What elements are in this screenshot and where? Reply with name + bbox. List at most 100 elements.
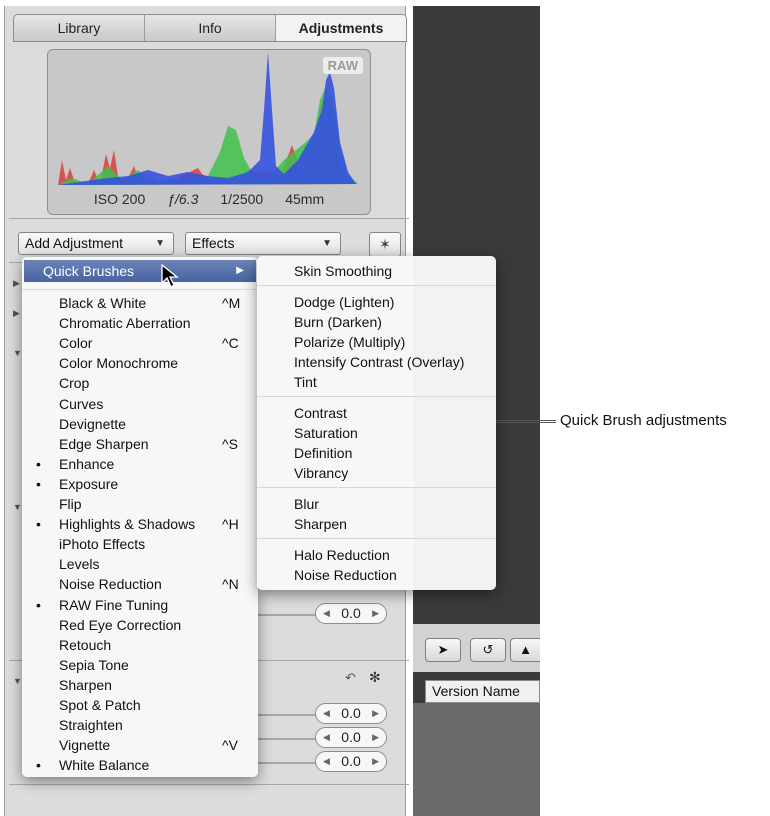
increment-icon[interactable]: ▶: [372, 728, 379, 747]
menu-item[interactable]: Sepia Tone: [22, 655, 258, 675]
menu-item[interactable]: Spot & Patch: [22, 695, 258, 715]
menu-item[interactable]: Flip: [22, 494, 258, 514]
menu-item-quick-brushes[interactable]: Quick Brushes ▶: [24, 260, 256, 282]
select-tool-button[interactable]: ➤: [425, 638, 461, 662]
submenu-item[interactable]: Polarize (Multiply): [294, 332, 405, 352]
menu-item[interactable]: Red Eye Correction: [22, 615, 258, 635]
menu-item[interactable]: Color Monochrome: [22, 353, 258, 373]
submenu-item[interactable]: Contrast: [294, 403, 347, 423]
reset-icon[interactable]: ↶: [345, 670, 356, 686]
menu-item[interactable]: • Highlights & Shadows ^H: [22, 514, 258, 534]
slider-track[interactable]: [257, 614, 317, 616]
menu-item[interactable]: iPhoto Effects: [22, 534, 258, 554]
menu-item[interactable]: • Exposure: [22, 474, 258, 494]
value-stepper[interactable]: ◀ 0.0 ▶: [315, 751, 387, 772]
menu-item-label: Retouch: [59, 636, 112, 653]
disclosure-triangle-icon[interactable]: ▶: [13, 308, 20, 319]
increment-icon[interactable]: ▶: [372, 604, 379, 623]
menu-item[interactable]: Sharpen: [22, 675, 258, 695]
value-stepper[interactable]: ◀ 0.0 ▶: [315, 727, 387, 748]
menu-item[interactable]: Levels: [22, 554, 258, 574]
submenu-item[interactable]: Vibrancy: [294, 463, 348, 483]
disclosure-triangle-icon[interactable]: ▼: [13, 348, 22, 358]
applied-bullet: •: [36, 596, 41, 613]
auto-enhance-button[interactable]: ✶: [369, 232, 401, 257]
tab-info[interactable]: Info: [145, 15, 276, 41]
menu-item[interactable]: Curves: [22, 394, 258, 414]
submenu-item[interactable]: Saturation: [294, 423, 358, 443]
submenu-item[interactable]: Tint: [294, 372, 317, 392]
decrement-icon[interactable]: ◀: [323, 704, 330, 723]
magic-wand-icon: ✶: [379, 236, 391, 252]
menu-item-label: Enhance: [59, 455, 115, 472]
menu-item[interactable]: • White Balance: [22, 755, 258, 775]
callout-line: [496, 422, 556, 423]
slider-track[interactable]: [257, 738, 317, 740]
menu-item-label: Curves: [59, 395, 104, 412]
stepper-value: 0.0: [341, 729, 361, 745]
submenu-item[interactable]: Halo Reduction: [294, 545, 390, 565]
rotate-tool-button[interactable]: ↺: [470, 638, 506, 662]
value-stepper[interactable]: ◀ 0.0 ▶: [315, 703, 387, 724]
menu-item-label: Noise Reduction: [59, 576, 162, 593]
divider: [9, 218, 409, 219]
menu-item[interactable]: Noise Reduction ^N: [22, 574, 258, 594]
submenu-item[interactable]: Sharpen: [294, 514, 347, 534]
tab-adjustments[interactable]: Adjustments: [276, 15, 406, 41]
histogram: RAW ISO 200 ƒ/6.3 1/2500 45mm: [47, 49, 371, 215]
menu-item-label: Crop: [59, 375, 90, 392]
decrement-icon[interactable]: ◀: [323, 604, 330, 623]
menu-item-label: Exposure: [59, 475, 119, 492]
applied-bullet: •: [36, 455, 41, 472]
menu-item[interactable]: • Enhance: [22, 454, 258, 474]
mouse-cursor-icon: [161, 263, 179, 288]
menu-item[interactable]: Black & White ^M: [22, 293, 258, 313]
menu-item[interactable]: Crop: [22, 373, 258, 393]
menu-item-label: Quick Brushes: [43, 263, 135, 279]
stamp-icon: ▲: [519, 642, 532, 657]
menu-separator: [22, 289, 258, 290]
menu-item[interactable]: Vignette ^V: [22, 735, 258, 755]
chevron-down-icon: ▼: [322, 238, 332, 249]
slider-track[interactable]: [257, 714, 317, 716]
submenu-item[interactable]: Skin Smoothing: [294, 261, 392, 281]
increment-icon[interactable]: ▶: [372, 752, 379, 771]
menu-item-label: RAW Fine Tuning: [59, 596, 169, 613]
slider-track[interactable]: [257, 762, 317, 764]
decrement-icon[interactable]: ◀: [323, 752, 330, 771]
menu-item-label: Red Eye Correction: [59, 616, 182, 633]
inspector-tabs: Library Info Adjustments: [13, 14, 407, 42]
disclosure-triangle-icon[interactable]: ▼: [13, 502, 22, 512]
increment-icon[interactable]: ▶: [372, 704, 379, 723]
menu-item-label: Edge Sharpen: [59, 435, 149, 452]
aperture-value: ƒ/6.3: [167, 191, 199, 207]
submenu-item[interactable]: Burn (Darken): [294, 312, 382, 332]
menu-item[interactable]: • RAW Fine Tuning: [22, 595, 258, 615]
menu-item[interactable]: Straighten: [22, 715, 258, 735]
stamp-tool-button[interactable]: ▲: [510, 638, 540, 662]
chevron-down-icon: ▼: [155, 238, 165, 249]
menu-item[interactable]: Retouch: [22, 635, 258, 655]
menu-separator: [257, 396, 496, 397]
menu-item-label: Levels: [59, 556, 100, 573]
submenu-item[interactable]: Dodge (Lighten): [294, 292, 394, 312]
menu-item[interactable]: Color ^C: [22, 333, 258, 353]
gear-icon[interactable]: ✻: [369, 669, 381, 686]
tab-library[interactable]: Library: [14, 15, 145, 41]
submenu-item[interactable]: Definition: [294, 443, 352, 463]
submenu-item[interactable]: Noise Reduction: [294, 565, 397, 585]
rotate-icon: ↺: [482, 642, 494, 657]
menu-item-label: Chromatic Aberration: [59, 315, 191, 332]
add-adjustment-popup[interactable]: Add Adjustment ▼: [18, 232, 174, 255]
value-stepper[interactable]: ◀ 0.0 ▶: [315, 603, 387, 624]
submenu-item[interactable]: Intensify Contrast (Overlay): [294, 352, 464, 372]
menu-item[interactable]: Chromatic Aberration: [22, 313, 258, 333]
submenu-item[interactable]: Blur: [294, 494, 319, 514]
disclosure-triangle-icon[interactable]: ▶: [13, 278, 20, 289]
disclosure-triangle-icon[interactable]: ▼: [13, 676, 22, 686]
menu-item[interactable]: Edge Sharpen ^S: [22, 434, 258, 454]
decrement-icon[interactable]: ◀: [323, 728, 330, 747]
effects-popup[interactable]: Effects ▼: [185, 232, 341, 255]
version-name-field[interactable]: Version Name: [425, 680, 540, 703]
menu-item[interactable]: Devignette: [22, 414, 258, 434]
